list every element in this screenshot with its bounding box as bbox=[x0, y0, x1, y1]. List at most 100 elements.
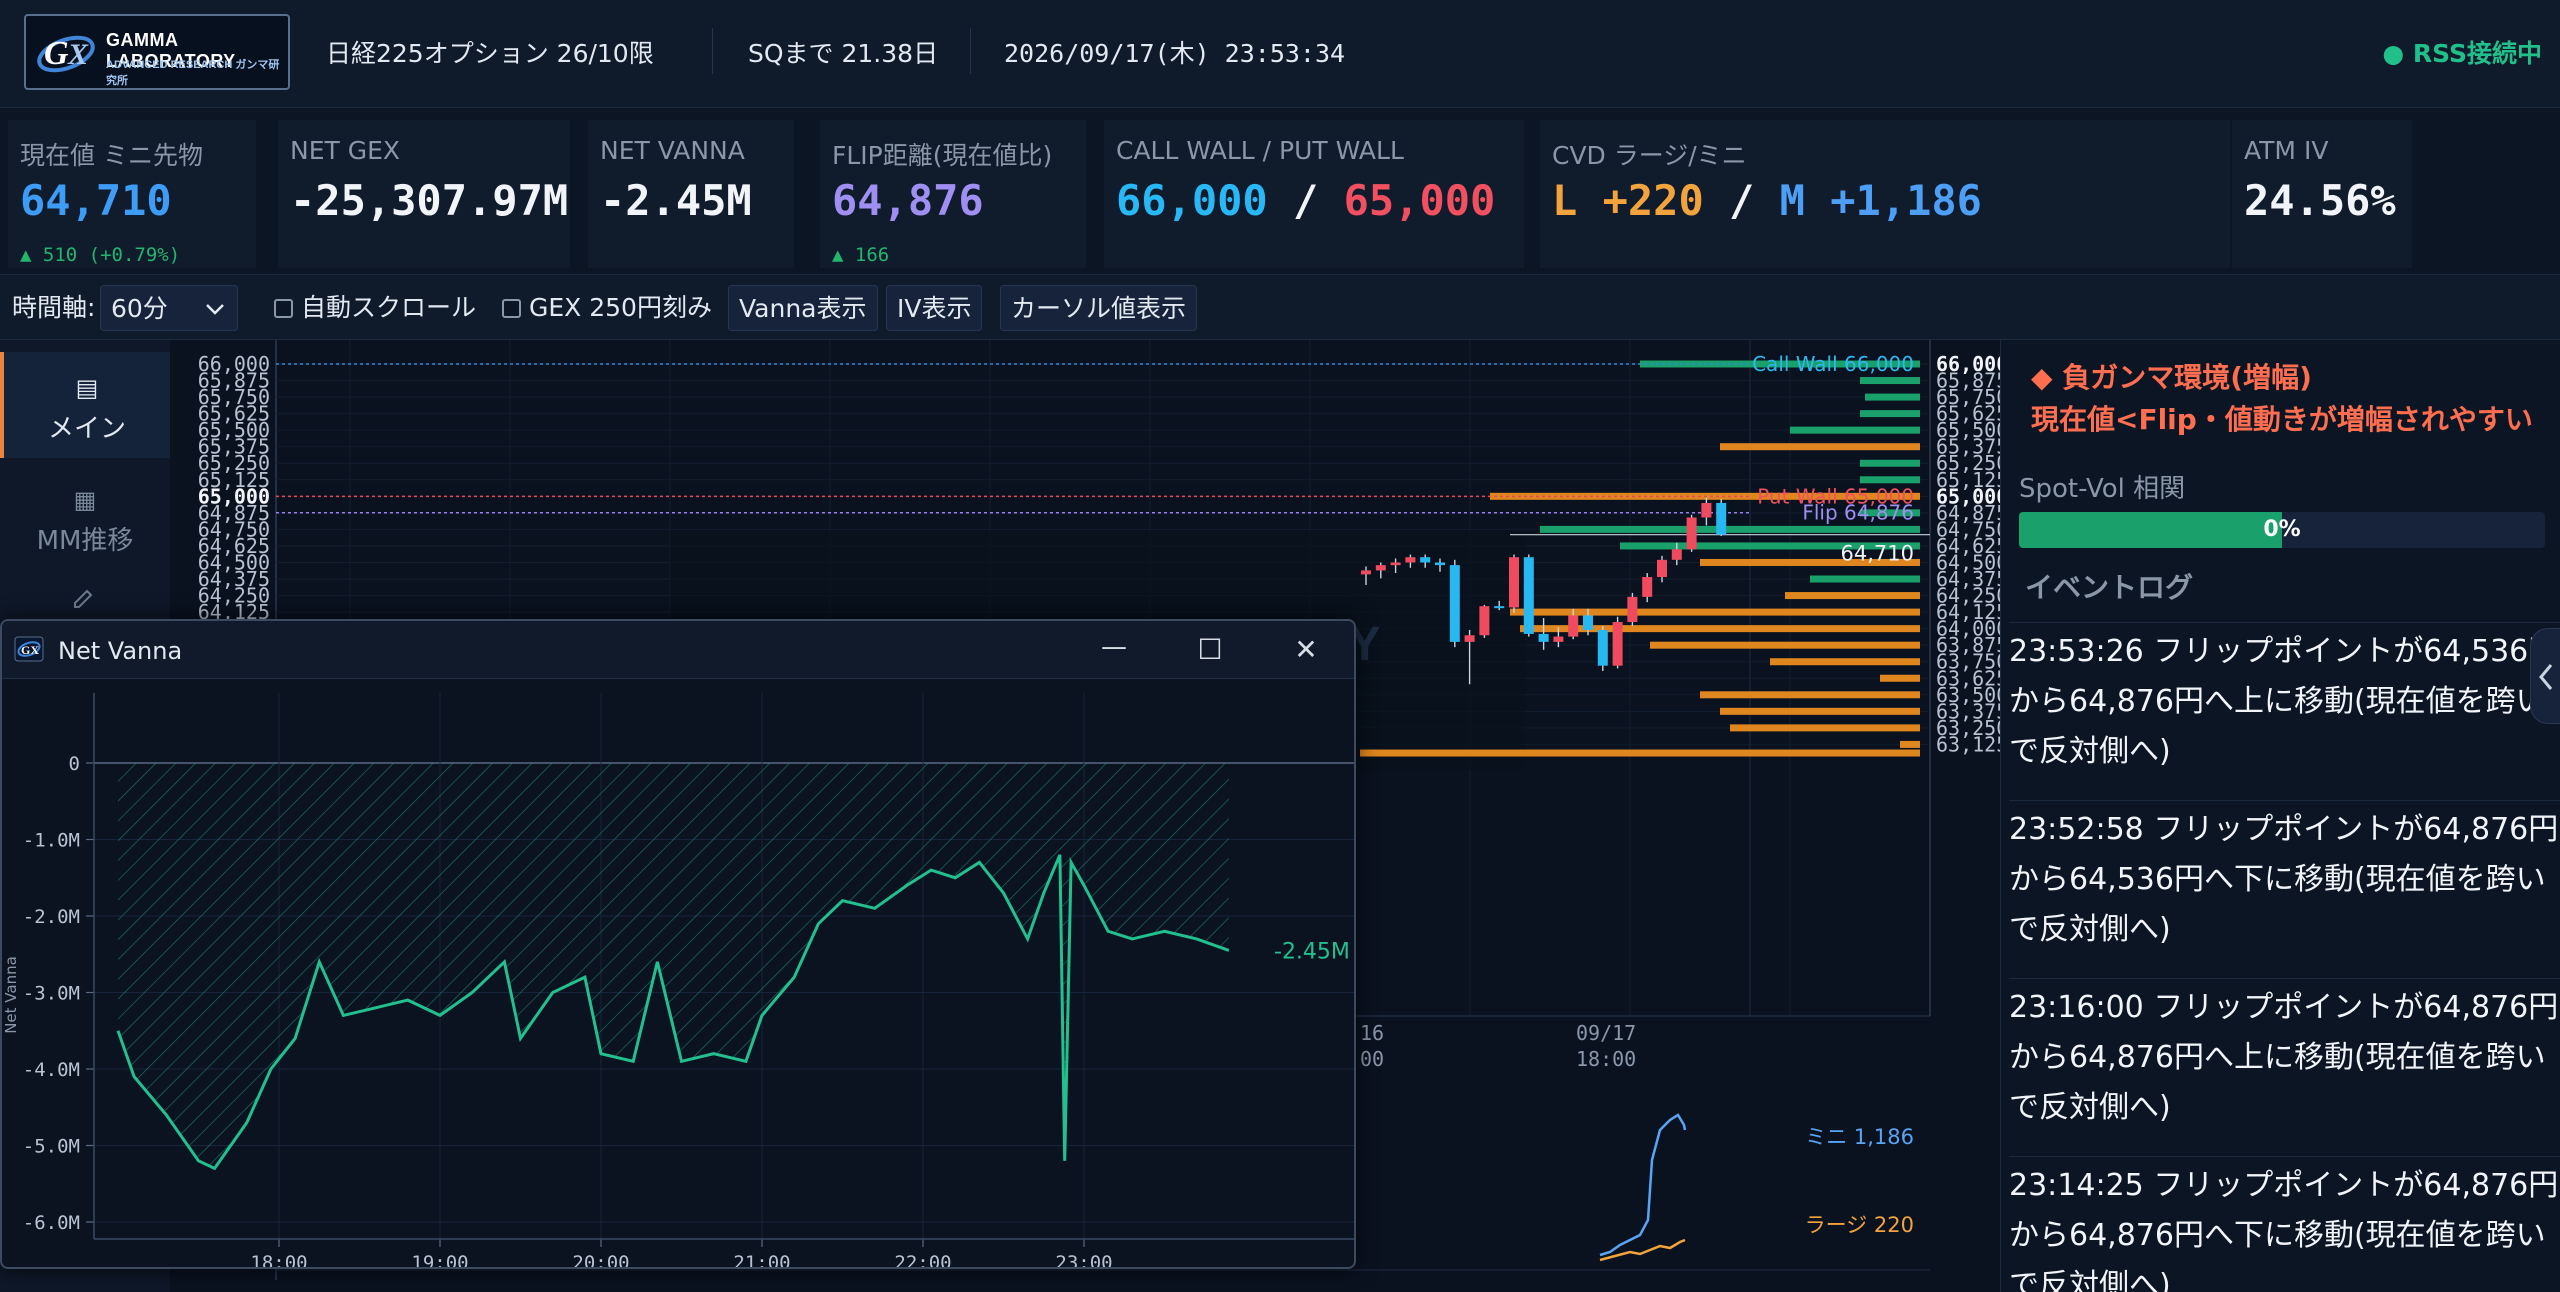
gex-bar bbox=[1720, 443, 1920, 451]
vanna-x-ticks: 18:00 19:00 20:00 21:00 22:00 23:00 bbox=[250, 1252, 1112, 1269]
y-tick-label: 0 bbox=[69, 753, 80, 775]
gex-bar bbox=[1700, 691, 1920, 699]
candle-body bbox=[1509, 557, 1519, 608]
candle-body bbox=[1642, 577, 1653, 597]
x-tick-label: 20:00 bbox=[572, 1252, 629, 1269]
metric-walls-value: 66,000 / 65,000 bbox=[1116, 176, 1495, 225]
panel-collapse-tab[interactable] bbox=[2530, 628, 2560, 724]
nav-item-main[interactable]: ▤ メイン bbox=[0, 352, 170, 458]
timeaxis-label: 時間軸: bbox=[12, 293, 96, 322]
x-tick-label: 22:00 bbox=[894, 1252, 951, 1269]
vanna-button[interactable]: Vanna表示 bbox=[728, 285, 878, 331]
x-tick-label: 19:00 bbox=[411, 1252, 468, 1269]
iv-button[interactable]: IV表示 bbox=[886, 285, 983, 331]
separator bbox=[970, 28, 971, 74]
candle-body bbox=[1716, 502, 1727, 535]
timeaxis-select[interactable]: 60分 bbox=[100, 285, 238, 331]
metric-cvd-label: CVD ラージ/ミニ bbox=[1552, 141, 1747, 170]
metric-flip: FLIP距離(現在値比) 64,876 ▲ 166 bbox=[820, 120, 1086, 268]
gex-bar bbox=[1360, 749, 1920, 757]
nav-item-mm-trend[interactable]: ▦ MM推移 bbox=[0, 464, 170, 570]
vanna-last-value: -2.45M bbox=[1274, 939, 1350, 964]
metric-price-label: 現在値 ミニ先物 bbox=[20, 141, 203, 170]
spotvol-bar: 0% bbox=[2019, 512, 2545, 548]
clock-datetime: 2026/09/17(木) 23:53:34 bbox=[1004, 39, 1346, 68]
candle-body bbox=[1420, 557, 1431, 563]
nav-label: メイン bbox=[47, 414, 126, 444]
candle-body bbox=[1657, 559, 1667, 578]
spotvol-label: Spot-Vol 相関 bbox=[2019, 474, 2186, 504]
gex-bar bbox=[1540, 525, 1920, 533]
net-vanna-window[interactable]: GX Net Vanna — ☐ ✕ 0 -1.0M -2.0M -3.0M -4.0M… bbox=[0, 619, 1356, 1269]
candle-body bbox=[1464, 635, 1475, 642]
metric-price-value: 64,710 bbox=[20, 176, 172, 225]
svg-text:X: X bbox=[67, 38, 89, 71]
checkbox-icon bbox=[274, 299, 293, 318]
net-vanna-chart[interactable]: 0 -1.0M -2.0M -3.0M -4.0M -5.0M -6.0M 18:00 19:… bbox=[2, 679, 1354, 1269]
top-bar: G X GAMMA LABORATORY ADVANCED RESEARCH ガ… bbox=[0, 0, 2560, 108]
gex-bar bbox=[1810, 575, 1920, 583]
window-title: Net Vanna bbox=[58, 637, 183, 665]
metric-flip-label: FLIP距離(現在値比) bbox=[832, 141, 1053, 170]
close-button[interactable]: ✕ bbox=[1274, 627, 1338, 673]
y-tick-label: -5.0M bbox=[23, 1136, 80, 1158]
metric-net-vanna-label: NET VANNA bbox=[600, 136, 745, 165]
event-log-item: 23:52:58 フリップポイントが64,876円から64,536円へ下に移動(… bbox=[2009, 800, 2560, 955]
candle-body bbox=[1568, 615, 1579, 637]
vanna-y-ticks: 0 -1.0M -2.0M -3.0M -4.0M -5.0M -6.0M bbox=[23, 753, 80, 1234]
metric-walls: CALL WALL / PUT WALL 66,000 / 65,000 bbox=[1104, 120, 1524, 268]
price-tick-right: 63,125 bbox=[1936, 732, 2000, 756]
flip-label: Flip 64,876 bbox=[1802, 501, 1914, 525]
vanna-y-label: Net Vanna bbox=[2, 956, 20, 1034]
candle-body bbox=[1479, 606, 1490, 636]
app-icon: GX bbox=[14, 636, 44, 662]
maximize-button[interactable]: ☐ bbox=[1178, 627, 1242, 673]
metric-net-vanna-value: -2.45M bbox=[600, 176, 752, 225]
gex-bar bbox=[1520, 625, 1920, 633]
x-tick-label: 23:00 bbox=[1055, 1252, 1112, 1269]
pencil-icon[interactable] bbox=[72, 588, 96, 608]
metric-price-change: ▲ 510 (+0.79%) bbox=[20, 244, 181, 266]
gex-bar bbox=[1860, 459, 1920, 467]
metric-cvd: CVD ラージ/ミニ L +220 / M +1,186 bbox=[1540, 120, 2230, 268]
metric-walls-label: CALL WALL / PUT WALL bbox=[1116, 136, 1404, 165]
autoscroll-checkbox[interactable]: 自動スクロール bbox=[274, 285, 476, 331]
price-axis-right: 66,00065,87565,75065,62565,50065,37565,2… bbox=[1936, 352, 2000, 756]
y-tick-label: -1.0M bbox=[23, 830, 80, 852]
window-titlebar[interactable]: GX Net Vanna — ☐ ✕ bbox=[2, 621, 1354, 679]
candle-body bbox=[1553, 636, 1564, 642]
autoscroll-label: 自動スクロール bbox=[301, 293, 477, 322]
gex-step-checkbox[interactable]: GEX 250円刻み bbox=[502, 285, 712, 331]
logo-mark-icon: G X bbox=[37, 35, 95, 73]
chevron-down-icon bbox=[206, 304, 224, 315]
candle-body bbox=[1538, 633, 1549, 642]
metric-atm-iv-value: 24.56% bbox=[2244, 176, 2396, 225]
y-tick-label: -3.0M bbox=[23, 983, 80, 1005]
cvd-mini-value: +1,186 bbox=[1830, 176, 1982, 225]
cvd-large-value: +220 bbox=[1602, 176, 1704, 225]
gex-bar bbox=[1785, 592, 1920, 600]
gex-bar bbox=[1730, 724, 1920, 732]
x-label: 00 bbox=[1360, 1047, 1384, 1071]
gex-bar bbox=[1860, 410, 1920, 418]
minimize-button[interactable]: — bbox=[1082, 627, 1146, 673]
candle-body bbox=[1449, 565, 1460, 642]
cvd-large-prefix: L bbox=[1552, 176, 1578, 225]
metric-price: 現在値 ミニ先物 64,710 ▲ 510 (+0.79%) bbox=[8, 120, 256, 268]
candle-body bbox=[1494, 606, 1505, 609]
cursor-value-button[interactable]: カーソル値表示 bbox=[1000, 285, 1198, 331]
candle-body bbox=[1701, 502, 1712, 518]
candle-body bbox=[1671, 549, 1682, 560]
logo-subtitle: ADVANCED RESEARCH ガンマ研究所 bbox=[106, 59, 280, 87]
metrics-row: 現在値 ミニ先物 64,710 ▲ 510 (+0.79%) NET GEX -… bbox=[0, 108, 2560, 274]
cvd-mini-prefix: M bbox=[1779, 176, 1805, 225]
cvd-separator: / bbox=[1729, 176, 1755, 225]
app-window: G X GAMMA LABORATORY ADVANCED RESEARCH ガ… bbox=[0, 0, 2560, 1292]
candle-body bbox=[1583, 615, 1593, 630]
list-icon: ▤ bbox=[75, 374, 99, 402]
metric-flip-value: 64,876 bbox=[832, 176, 984, 225]
timeaxis-value: 60分 bbox=[111, 294, 168, 323]
current-price-label: 64,710 bbox=[1841, 542, 1914, 566]
x-tick-label: 21:00 bbox=[733, 1252, 790, 1269]
metric-atm-iv: ATM IV 24.56% bbox=[2232, 120, 2412, 268]
